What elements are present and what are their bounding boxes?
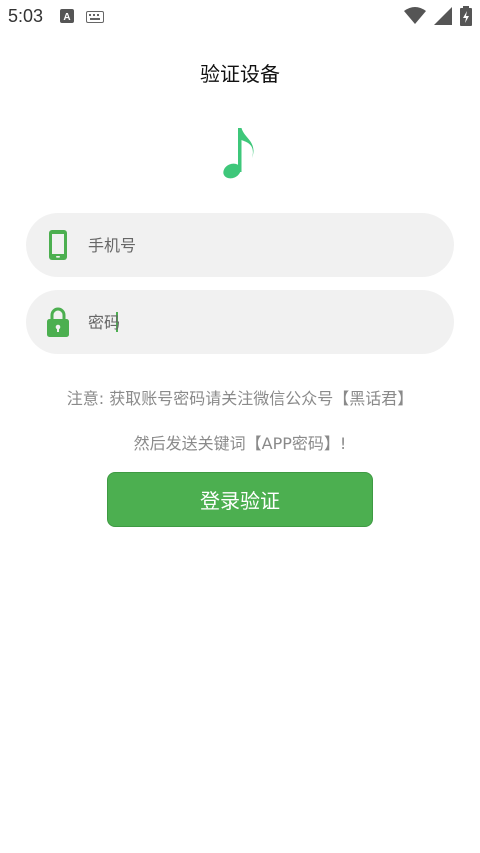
wifi-icon [404,7,426,29]
status-left-icons: A [60,8,104,27]
status-bar: 5:03 A [0,0,480,32]
status-right-icons [404,6,472,30]
music-note-icon [216,122,264,184]
password-field-container[interactable] [26,290,454,354]
a-notification-icon: A [60,8,74,27]
battery-charging-icon [460,6,472,30]
page-title: 验证设备 [200,62,280,86]
keyboard-icon [86,8,104,27]
signal-icon [434,7,452,29]
phone-icon [46,229,70,261]
login-verify-button[interactable]: 登录验证 [107,472,373,527]
password-input[interactable] [88,302,428,342]
phone-field-container[interactable] [26,213,454,277]
notice-line-2: 然后发送关键词【APP密码】! [133,434,347,453]
phone-input[interactable] [88,225,428,265]
status-time: 5:03 [8,6,44,26]
lock-icon [46,306,70,338]
notice-line-1: 注意: 获取账号密码请关注微信公众号【黑话君】 [66,389,414,408]
svg-text:A: A [63,12,70,23]
